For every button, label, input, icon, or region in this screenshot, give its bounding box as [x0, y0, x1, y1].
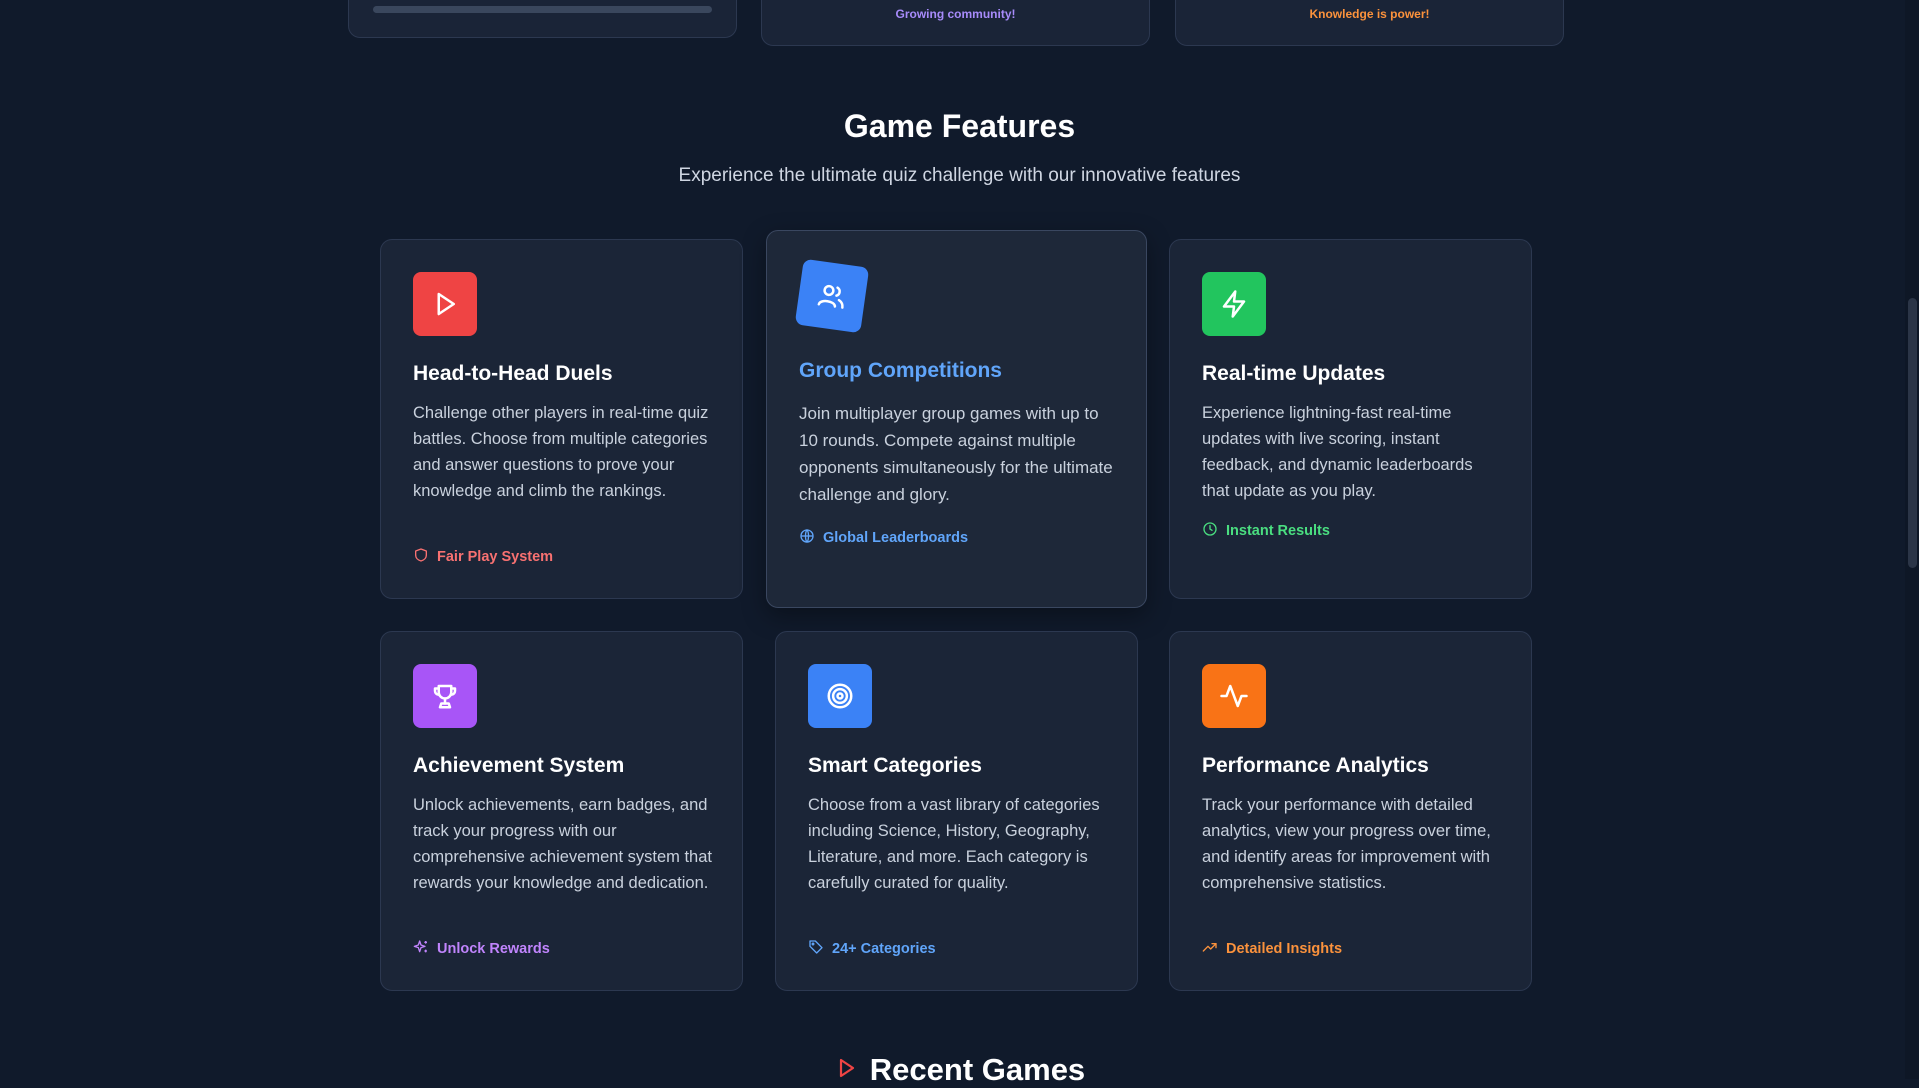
- users-icon: [794, 258, 870, 334]
- progress-bar: [373, 6, 712, 13]
- card-description: Choose from a vast library of categories…: [808, 796, 1100, 892]
- play-icon: [413, 272, 477, 336]
- feature-card-achievements[interactable]: Achievement System Unlock achievements, …: [380, 631, 743, 991]
- card-description: Join multiplayer group games with up to …: [799, 404, 1113, 504]
- card-title: Real-time Updates: [1202, 362, 1386, 385]
- card-title: Smart Categories: [808, 754, 982, 777]
- card-title: Group Competitions: [799, 359, 1002, 382]
- card-description: Experience lightning-fast real-time upda…: [1202, 404, 1473, 500]
- card-tag-label: 24+ Categories: [832, 941, 936, 957]
- card-tag: Detailed Insights: [1202, 939, 1342, 959]
- card-description: Unlock achievements, earn badges, and tr…: [413, 796, 712, 892]
- stat-caption: Knowledge is power!: [1309, 7, 1430, 21]
- tag-icon: [808, 939, 824, 959]
- target-icon: [808, 664, 872, 728]
- section-title: Game Features: [843, 108, 1076, 144]
- section-subtitle: Experience the ultimate quiz challenge w…: [678, 165, 1241, 186]
- card-tag: Instant Results: [1202, 521, 1330, 541]
- clock-icon: [1202, 521, 1218, 541]
- scrollbar[interactable]: [1905, 0, 1919, 1079]
- activity-icon: [1202, 664, 1266, 728]
- feature-card-duels[interactable]: Head-to-Head Duels Challenge other playe…: [380, 239, 743, 599]
- stat-card-community: Growing community!: [761, 0, 1150, 46]
- section-title: Recent Games: [869, 1052, 1086, 1087]
- trophy-icon: [413, 664, 477, 728]
- card-title: Achievement System: [413, 754, 625, 777]
- feature-card-group[interactable]: Group Competitions Join multiplayer grou…: [766, 230, 1147, 608]
- recent-games-heading: Recent Games: [0, 1052, 1919, 1088]
- card-description: Track your performance with detailed ana…: [1202, 796, 1491, 892]
- feature-card-analytics[interactable]: Performance Analytics Track your perform…: [1169, 631, 1532, 991]
- scrollbar-thumb[interactable]: [1908, 298, 1917, 568]
- card-tag: Unlock Rewards: [413, 939, 550, 959]
- globe-icon: [799, 528, 815, 548]
- card-tag-label: Instant Results: [1226, 523, 1330, 539]
- card-description: Challenge other players in real-time qui…: [413, 404, 709, 500]
- card-tag: Global Leaderboards: [799, 528, 968, 548]
- card-tag-label: Global Leaderboards: [823, 530, 969, 546]
- card-tag-label: Fair Play System: [437, 549, 554, 565]
- feature-card-categories[interactable]: Smart Categories Choose from a vast libr…: [775, 631, 1138, 991]
- trending-up-icon: [1202, 939, 1218, 959]
- lightning-icon: [1202, 272, 1266, 336]
- card-tag: 24+ Categories: [808, 939, 936, 959]
- stat-caption: Growing community!: [895, 7, 1016, 21]
- card-tag: Fair Play System: [413, 547, 553, 567]
- card-title: Head-to-Head Duels: [413, 362, 613, 385]
- stat-card-progress: [348, 0, 737, 38]
- card-tag-label: Detailed Insights: [1226, 941, 1343, 957]
- play-icon: [834, 1052, 858, 1088]
- stat-card-knowledge: Knowledge is power!: [1175, 0, 1564, 46]
- feature-card-realtime[interactable]: Real-time Updates Experience lightning-f…: [1169, 239, 1532, 599]
- card-tag-label: Unlock Rewards: [437, 941, 550, 957]
- shield-icon: [413, 547, 429, 567]
- sparkles-icon: [413, 939, 429, 959]
- card-title: Performance Analytics: [1202, 754, 1429, 777]
